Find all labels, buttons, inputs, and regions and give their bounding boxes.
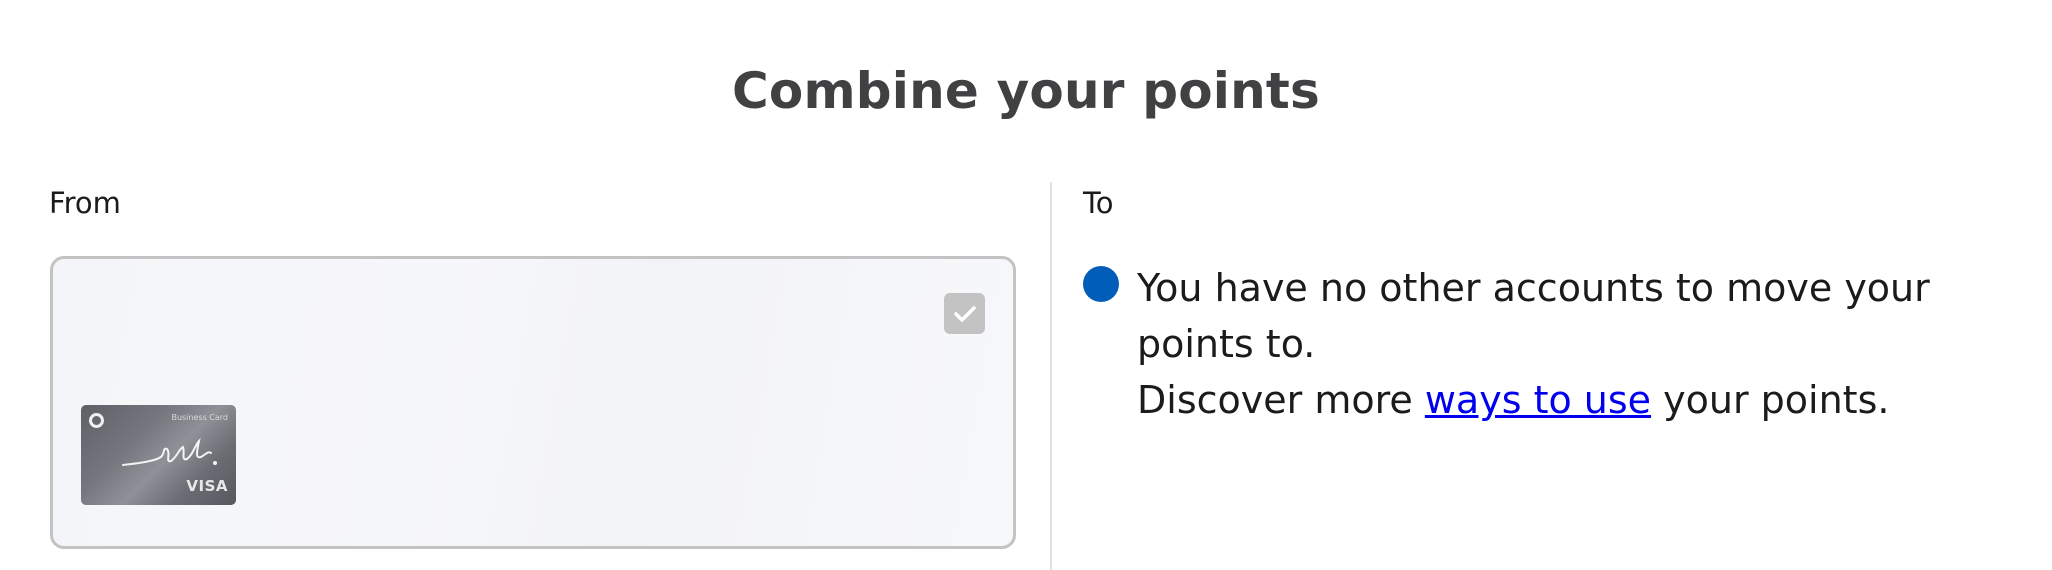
from-label: From	[49, 186, 121, 220]
ways-to-use-link[interactable]: ways to use	[1425, 378, 1651, 422]
page-title: Combine your points	[732, 62, 1320, 120]
card-signature-graphic	[122, 437, 217, 466]
message-line-1: You have no other accounts to move your …	[1137, 266, 1930, 366]
no-accounts-text: You have no other accounts to move your …	[1137, 260, 2047, 428]
card-brand-text: Business Card	[171, 413, 228, 422]
chase-logo-icon	[89, 413, 104, 428]
account-checkbox[interactable]	[944, 293, 985, 334]
info-dot-icon	[1083, 266, 1119, 302]
message-line-2-prefix: Discover more	[1137, 378, 1425, 422]
card-network-logo: VISA	[186, 477, 228, 495]
message-line-2-suffix: your points.	[1651, 378, 1890, 422]
checkmark-icon	[953, 305, 976, 322]
from-account-card[interactable]: Business Card VISA	[50, 256, 1016, 549]
column-divider	[1050, 182, 1052, 570]
credit-card-image: Business Card VISA	[81, 405, 236, 505]
to-label: To	[1083, 186, 1114, 220]
